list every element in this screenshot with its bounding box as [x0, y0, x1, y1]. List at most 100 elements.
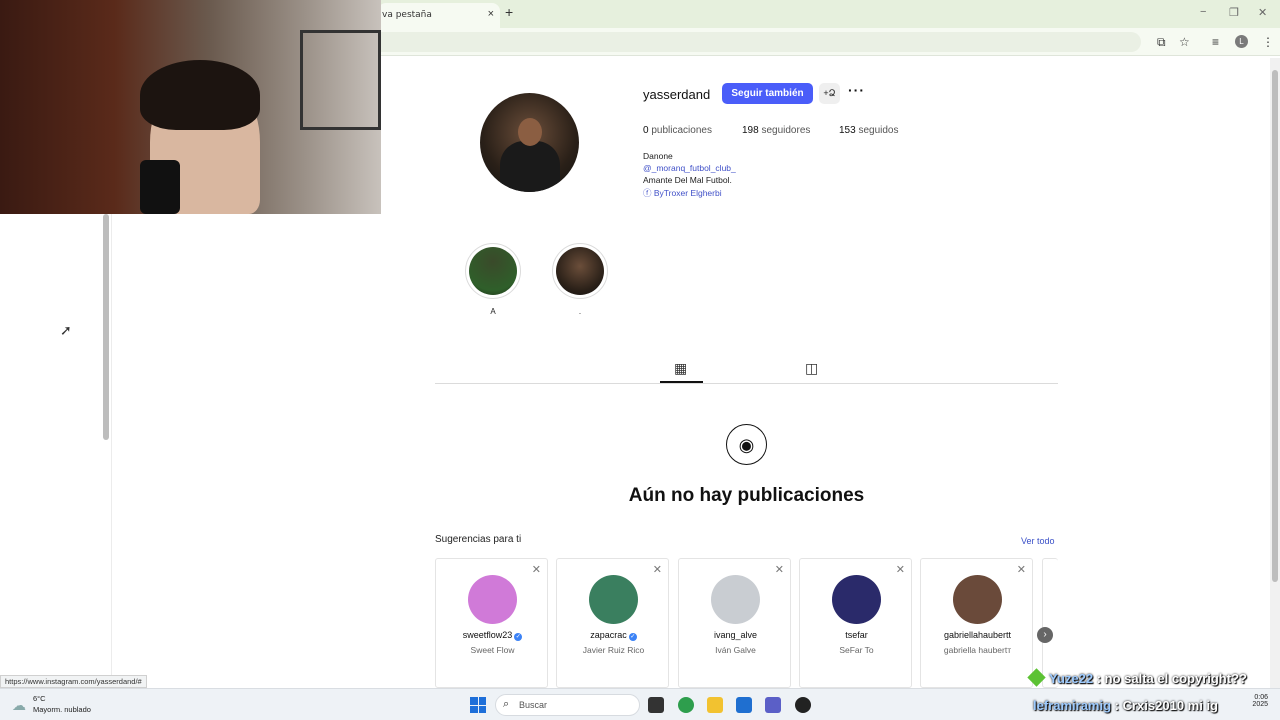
taskbar-search[interactable]: ⌕ Buscar	[495, 694, 640, 716]
avatar-head	[518, 118, 542, 146]
suggest-user-icon[interactable]: +Ձ	[819, 83, 840, 104]
suggestion-username[interactable]: ivang_alve	[679, 630, 792, 640]
suggestion-card[interactable]: ✕ ivang_alve Iván Galve	[678, 558, 791, 688]
sidebar-scrollbar[interactable]	[103, 214, 109, 440]
install-app-icon[interactable]: ⧉	[1157, 35, 1166, 50]
status-bar-url: https://www.instagram.com/yasserdand/#	[0, 675, 147, 688]
task-view-icon[interactable]	[648, 697, 664, 713]
suggestion-card[interactable]: ✕ gabriellahaubertt gabriella haubertт	[920, 558, 1033, 688]
suggestion-card[interactable]: ✕ zapacrac ✓ Javier Ruiz Rico	[556, 558, 669, 688]
new-tab-button[interactable]: +	[505, 4, 513, 20]
teams-icon[interactable]	[765, 697, 781, 713]
dismiss-icon[interactable]: ✕	[775, 563, 784, 576]
page-scrollbar-thumb[interactable]	[1272, 70, 1278, 582]
close-window-button[interactable]: ✕	[1258, 6, 1267, 19]
browser-profile-avatar[interactable]: L	[1235, 35, 1248, 48]
suggestion-card[interactable]: ✕ sweetflow23 ✓ Sweet Flow	[435, 558, 548, 688]
followers-stat[interactable]: 198 seguidores	[742, 125, 810, 136]
windows-start-icon[interactable]	[470, 697, 486, 713]
minimize-button[interactable]: −	[1200, 6, 1206, 18]
taskbar-clock[interactable]: 0:06 2025	[1250, 694, 1268, 708]
tab-title: va pestaña	[382, 10, 432, 20]
search-placeholder: Buscar	[519, 700, 548, 710]
verified-badge-icon: ✓	[628, 633, 637, 641]
suggestion-username: zapacrac	[590, 630, 627, 640]
outlook-icon[interactable]	[736, 697, 752, 713]
address-bar[interactable]	[381, 32, 1141, 52]
profile-username: yasserdand	[643, 87, 711, 102]
clock-date: 2025	[1252, 701, 1268, 708]
suggestion-name: Sweet Flow	[470, 645, 515, 655]
browser-tab[interactable]: va pestaña ×	[378, 3, 500, 28]
next-arrow-icon[interactable]: ›	[1037, 627, 1053, 643]
suggestion-card-partial[interactable]	[1042, 558, 1058, 688]
highlight-1-label: A	[490, 307, 496, 316]
more-options-icon[interactable]: ···	[848, 82, 865, 98]
suggestion-card[interactable]: ✕ tsefar SeFar To	[799, 558, 912, 688]
suggestion-avatar[interactable]	[953, 575, 1002, 624]
chat-text-2: : Crxis2010 mi ig	[1114, 698, 1218, 713]
highlight-1[interactable]	[465, 243, 521, 299]
chat-message-2: leframiramig : Crxis2010 mi ig	[1033, 698, 1218, 713]
dismiss-icon[interactable]: ✕	[653, 563, 662, 576]
followers-count: 198	[742, 125, 759, 136]
chat-text-1: : no salta el copyright??	[1096, 671, 1247, 686]
profile-avatar[interactable]	[480, 93, 579, 192]
dismiss-icon[interactable]: ✕	[896, 563, 905, 576]
suggestion-username-row[interactable]: sweetflow23 ✓	[436, 630, 549, 641]
suggestion-name: Javier Ruiz Rico	[582, 645, 645, 655]
tab-close-icon[interactable]: ×	[488, 8, 494, 20]
weather-temperature: 6°C	[33, 694, 46, 703]
posts-label: publicaciones	[651, 125, 712, 136]
maximize-button[interactable]: ❐	[1229, 6, 1239, 19]
facebook-icon: ⓕ	[643, 188, 652, 198]
camera-icon: ◉	[726, 424, 767, 465]
posts-count: 0	[643, 125, 649, 136]
webcam-person-hair	[140, 60, 260, 130]
file-explorer-icon[interactable]	[707, 697, 723, 713]
suggestion-avatar[interactable]	[468, 575, 517, 624]
tab-posts-grid-icon[interactable]: ▦	[674, 360, 687, 377]
following-stat[interactable]: 153 seguidos	[839, 125, 899, 136]
chrome-icon[interactable]	[678, 697, 694, 713]
sidebar-divider	[111, 214, 112, 688]
suggestion-avatar[interactable]	[589, 575, 638, 624]
bio-facebook-label: ByTroxer Elgherbi	[653, 188, 722, 198]
tab-tagged-icon[interactable]: ◫	[805, 360, 818, 377]
suggestion-name: gabriella haubertт	[943, 645, 1012, 655]
weather-cloud-icon[interactable]: ☁	[12, 697, 26, 714]
highlight-1-image	[469, 247, 517, 295]
suggestion-username[interactable]: tsefar	[800, 630, 913, 640]
avatar-body	[500, 141, 560, 192]
app-icon[interactable]	[795, 697, 811, 713]
clock-time: 0:06	[1254, 694, 1268, 701]
empty-posts-title: Aún no hay publicaciones	[628, 485, 865, 506]
suggestion-username-row[interactable]: zapacrac ✓	[557, 630, 670, 641]
chat-user-1: Yuze22	[1049, 671, 1094, 686]
bookmark-star-icon[interactable]: ☆	[1179, 35, 1190, 49]
browser-menu-icon[interactable]: ⋮	[1262, 35, 1274, 49]
tabs-divider	[435, 383, 1058, 384]
followers-label: seguidores	[761, 125, 811, 136]
suggestion-username: sweetflow23	[462, 630, 513, 640]
posts-stat: 0 publicaciones	[643, 125, 712, 136]
bio-facebook-link[interactable]: ⓕ ByTroxer Elgherbi	[643, 187, 722, 199]
bio-mention-link[interactable]: @_moranq_futbol_club_	[643, 163, 736, 173]
dismiss-icon[interactable]: ✕	[532, 563, 541, 576]
following-count: 153	[839, 125, 856, 136]
suggestion-username[interactable]: gabriellahaubertt	[921, 630, 1034, 640]
see-all-link[interactable]: Ver todo	[1021, 536, 1055, 546]
highlight-2[interactable]	[552, 243, 608, 299]
default-avatar-icon[interactable]	[711, 575, 760, 624]
follow-back-button[interactable]: Seguir también	[722, 83, 813, 104]
chat-message-1: Yuze22 : no salta el copyright??	[1049, 671, 1247, 686]
dismiss-icon[interactable]: ✕	[1017, 563, 1026, 576]
webcam-overlay	[0, 0, 381, 214]
mouse-cursor-icon: ➚	[60, 322, 72, 338]
suggestion-avatar[interactable]	[832, 575, 881, 624]
bio-name: Danone	[643, 151, 673, 161]
search-icon: ⌕	[503, 698, 510, 710]
suggestions-title: Sugerencias para ti	[435, 534, 522, 545]
reading-list-icon[interactable]: ≡	[1212, 35, 1219, 49]
chat-user-2: leframiramig	[1033, 698, 1112, 713]
